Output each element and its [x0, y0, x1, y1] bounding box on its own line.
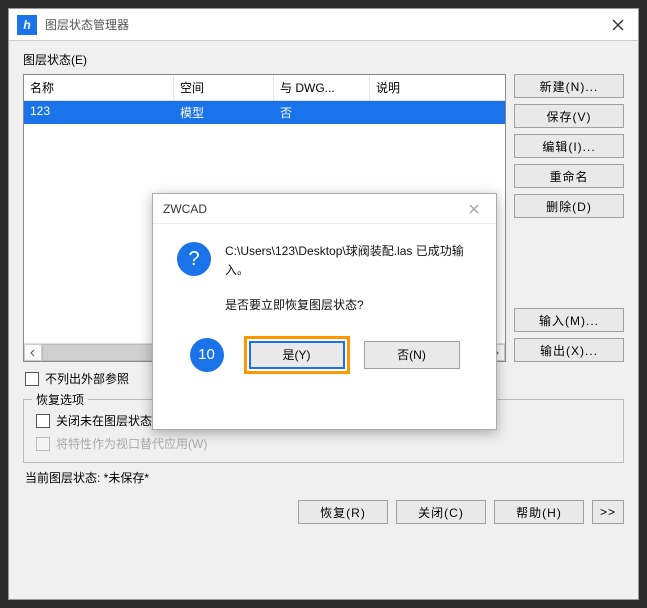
app-icon: h: [17, 15, 37, 35]
window-title: 图层状态管理器: [45, 16, 598, 33]
rename-button[interactable]: 重命名: [514, 164, 624, 188]
expand-button[interactable]: >>: [592, 500, 624, 524]
restore-options-label: 恢复选项: [32, 391, 88, 408]
new-button[interactable]: 新建(N)...: [514, 74, 624, 98]
restore-button[interactable]: 恢复(R): [298, 500, 388, 524]
help-button[interactable]: 帮助(H): [494, 500, 584, 524]
yes-button[interactable]: 是(Y): [249, 341, 345, 369]
external-refs-label: 不列出外部参照: [45, 370, 129, 387]
confirm-dialog: ZWCAD ? C:\Users\123\Desktop\球阀装配.las 已成…: [152, 193, 497, 430]
window-close-button[interactable]: [598, 9, 638, 41]
viewport-override-row: 将特性作为视口替代应用(W): [36, 435, 613, 452]
checkbox-icon: [36, 437, 50, 451]
delete-button[interactable]: 删除(D): [514, 194, 624, 218]
question-icon: ?: [177, 242, 211, 276]
dialog-close-button[interactable]: [462, 204, 486, 214]
col-desc[interactable]: 说明: [370, 75, 505, 100]
export-button[interactable]: 输出(X)...: [514, 338, 624, 362]
import-button[interactable]: 输入(M)...: [514, 308, 624, 332]
table-row[interactable]: 123 模型 否: [24, 101, 505, 124]
col-space[interactable]: 空间: [174, 75, 274, 100]
cell-dwg: 否: [274, 101, 370, 124]
col-name[interactable]: 名称: [24, 75, 174, 100]
table-header: 名称 空间 与 DWG... 说明: [24, 75, 505, 101]
side-buttons: 新建(N)... 保存(V) 编辑(I)... 重命名 删除(D) 输入(M).…: [514, 74, 624, 362]
scroll-left-button[interactable]: [24, 344, 42, 361]
no-button[interactable]: 否(N): [364, 341, 460, 369]
dialog-buttons: 10 是(Y) 否(N): [153, 326, 496, 390]
layer-state-manager-window: h 图层状态管理器 图层状态(E) 名称 空间 与 DWG... 说明 123 …: [8, 8, 639, 600]
edit-button[interactable]: 编辑(I)...: [514, 134, 624, 158]
section-label: 图层状态(E): [23, 51, 624, 68]
dialog-titlebar: ZWCAD: [153, 194, 496, 224]
cell-desc: [370, 101, 505, 124]
dialog-text: C:\Users\123\Desktop\球阀装配.las 已成功输入。 是否要…: [225, 242, 482, 316]
close-button[interactable]: 关闭(C): [396, 500, 486, 524]
col-dwg[interactable]: 与 DWG...: [274, 75, 370, 100]
dialog-line2: 是否要立即恢复图层状态?: [225, 296, 482, 315]
save-button[interactable]: 保存(V): [514, 104, 624, 128]
bottom-button-row: 恢复(R) 关闭(C) 帮助(H) >>: [23, 500, 624, 524]
viewport-override-label: 将特性作为视口替代应用(W): [56, 435, 207, 452]
current-state-status: 当前图层状态: *未保存*: [23, 469, 624, 486]
checkbox-icon[interactable]: [25, 372, 39, 386]
titlebar: h 图层状态管理器: [9, 9, 638, 41]
cell-space: 模型: [174, 101, 274, 124]
cell-name: 123: [24, 101, 174, 124]
checkbox-icon[interactable]: [36, 414, 50, 428]
step-badge: 10: [190, 338, 224, 372]
dialog-line1: C:\Users\123\Desktop\球阀装配.las 已成功输入。: [225, 242, 482, 280]
dialog-body: ? C:\Users\123\Desktop\球阀装配.las 已成功输入。 是…: [153, 224, 496, 326]
callout-highlight: 是(Y): [244, 336, 350, 374]
dialog-title: ZWCAD: [163, 202, 462, 216]
